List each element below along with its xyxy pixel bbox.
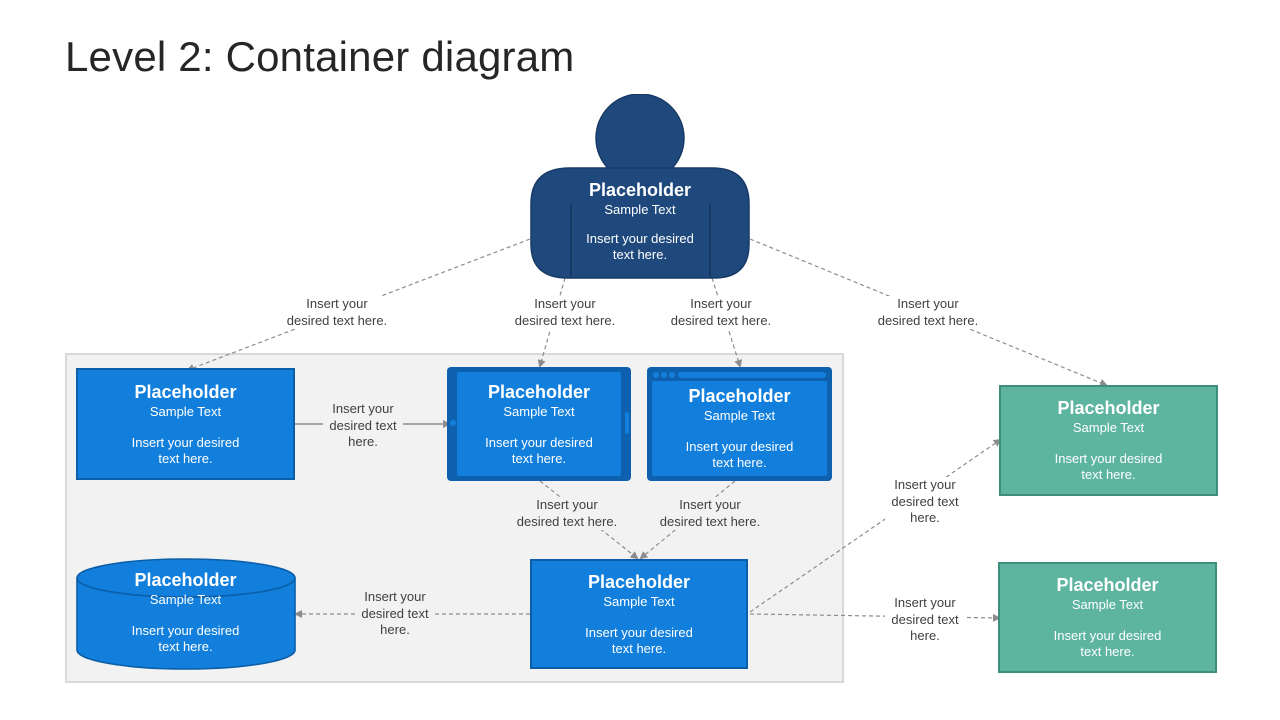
connector-label-api-to-external1: Insert your desired text here. (885, 477, 965, 527)
node-title: Placeholder (1056, 575, 1159, 595)
node-description: Insert your desired text here. (685, 439, 794, 470)
external-system-2[interactable]: Placeholder Sample Text Insert your desi… (998, 562, 1217, 673)
node-subtitle: Sample Text (503, 403, 575, 419)
container-web-app[interactable]: Placeholder Sample Text Insert your desi… (76, 368, 295, 480)
tablet-home-button (625, 412, 629, 434)
node-description: Insert your desired text here. (585, 624, 693, 656)
node-title: Placeholder (587, 571, 691, 592)
node-subtitle: Sample Text (1072, 420, 1145, 435)
node-description: Insert your desired text here. (131, 434, 240, 466)
node-title: Placeholder (487, 381, 591, 402)
node-title: Placeholder (1057, 398, 1160, 418)
tablet-camera-dot (450, 420, 456, 426)
connector-label-browser-to-api: Insert your desired text here. (655, 497, 765, 530)
container-mobile-app[interactable]: Placeholder Sample Text Insert your desi… (447, 367, 631, 481)
connector-label-api-to-external2: Insert your desired text here. (885, 595, 965, 645)
browser-dot-3 (669, 372, 675, 378)
container-api[interactable]: Placeholder Sample Text Insert your desi… (530, 559, 748, 669)
node-description: Insert your desired text here. (1053, 628, 1162, 659)
slide-title: Level 2: Container diagram (65, 33, 575, 80)
node-subtitle: Sample Text (1071, 597, 1144, 612)
person-node[interactable]: Placeholder Sample Text Insert your desi… (572, 180, 708, 263)
connector-label-person-to-external1: Insert your desired text here. (873, 296, 983, 329)
node-subtitle: Sample Text (703, 408, 776, 423)
node-subtitle: Sample Text (149, 592, 222, 607)
node-description: Insert your desired text here. (1054, 451, 1163, 482)
node-title: Placeholder (134, 381, 237, 402)
node-description: Insert your desired text here. (131, 623, 240, 654)
connector-label-person-to-mobile: Insert your desired text here. (510, 296, 620, 329)
container-browser-app[interactable]: Placeholder Sample Text Insert your desi… (647, 367, 832, 481)
connector-label-mobile-to-api: Insert your desired text here. (512, 497, 622, 530)
connector-label-person-to-browser: Insert your desired text here. (666, 296, 776, 329)
node-subtitle: Sample Text (603, 593, 675, 609)
browser-address-bar (678, 372, 826, 378)
node-description: Insert your desired text here. (485, 434, 593, 466)
node-title: Placeholder (688, 386, 791, 406)
node-title: Placeholder (134, 570, 237, 590)
connector-label-web-to-mobile: Insert your desired text here. (323, 401, 403, 451)
container-database[interactable]: Placeholder Sample Text Insert your desi… (78, 570, 293, 655)
node-title: Placeholder (588, 180, 692, 200)
node-subtitle: Sample Text (149, 403, 222, 419)
external-system-1[interactable]: Placeholder Sample Text Insert your desi… (999, 385, 1218, 496)
browser-dot-1 (653, 372, 659, 378)
node-description: Insert your desired text here. (586, 231, 694, 262)
connector-label-person-to-web: Insert your desired text here. (282, 296, 392, 329)
node-subtitle: Sample Text (604, 202, 676, 217)
browser-dot-2 (661, 372, 667, 378)
connector-label-api-to-database: Insert your desired text here. (355, 589, 435, 639)
